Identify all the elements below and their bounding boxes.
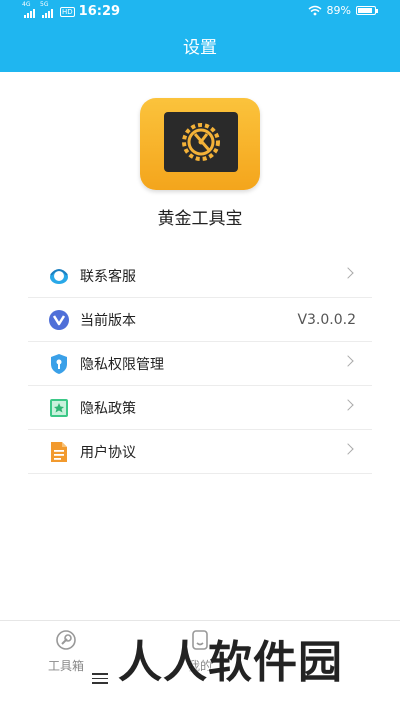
menu-item-user-agreement[interactable]: 用户协议 <box>28 430 372 474</box>
watermark: 人人软件园 <box>118 637 343 688</box>
app-logo <box>140 98 260 190</box>
menu-label: 用户协议 <box>80 444 136 461</box>
menu-item-privacy-permissions[interactable]: 隐私权限管理 <box>28 342 372 386</box>
tab-label: 工具箱 <box>47 659 84 673</box>
chevron-right-icon <box>342 267 354 279</box>
menu-item-contact-service[interactable]: 联系客服 <box>28 254 372 298</box>
menu-label: 当前版本 <box>80 312 136 329</box>
document-icon <box>48 441 70 463</box>
menu-label: 隐私权限管理 <box>80 356 164 373</box>
policy-icon <box>48 397 70 419</box>
tab-toolbox[interactable]: 工具箱 <box>36 629 96 674</box>
chevron-right-icon <box>342 443 354 455</box>
chevron-right-icon <box>342 399 354 411</box>
app-name: 黄金工具宝 <box>157 209 243 229</box>
status-bar: 4G 5G HD 16:29 89% <box>0 0 400 24</box>
wifi-icon <box>308 5 322 16</box>
version-icon <box>48 309 70 331</box>
page-title: 设置 <box>0 24 400 72</box>
menu-item-current-version[interactable]: 当前版本 V3.0.0.2 <box>28 298 372 342</box>
hd-badge: HD <box>60 6 75 17</box>
customer-service-icon <box>48 265 70 287</box>
shield-icon <box>48 353 70 375</box>
status-time: 16:29 <box>78 4 121 19</box>
menu-item-privacy-policy[interactable]: 隐私政策 <box>28 386 372 430</box>
cellular-signal-icon: 4G <box>22 1 36 18</box>
menu-icon[interactable] <box>92 673 108 687</box>
cellular-signal-icon-2: 5G <box>40 1 54 18</box>
wrench-icon <box>56 630 76 650</box>
version-value: V3.0.0.2 <box>297 311 356 328</box>
battery-percent: 89% <box>326 4 351 17</box>
gear-compass-icon <box>182 123 220 161</box>
menu-label: 联系客服 <box>80 268 136 285</box>
settings-menu: 联系客服 当前版本 V3.0.0.2 隐私权限管理 隐私政策 用户协议 <box>28 254 372 474</box>
menu-label: 隐私政策 <box>80 400 136 417</box>
chevron-right-icon <box>342 355 354 367</box>
battery-icon <box>356 6 378 15</box>
